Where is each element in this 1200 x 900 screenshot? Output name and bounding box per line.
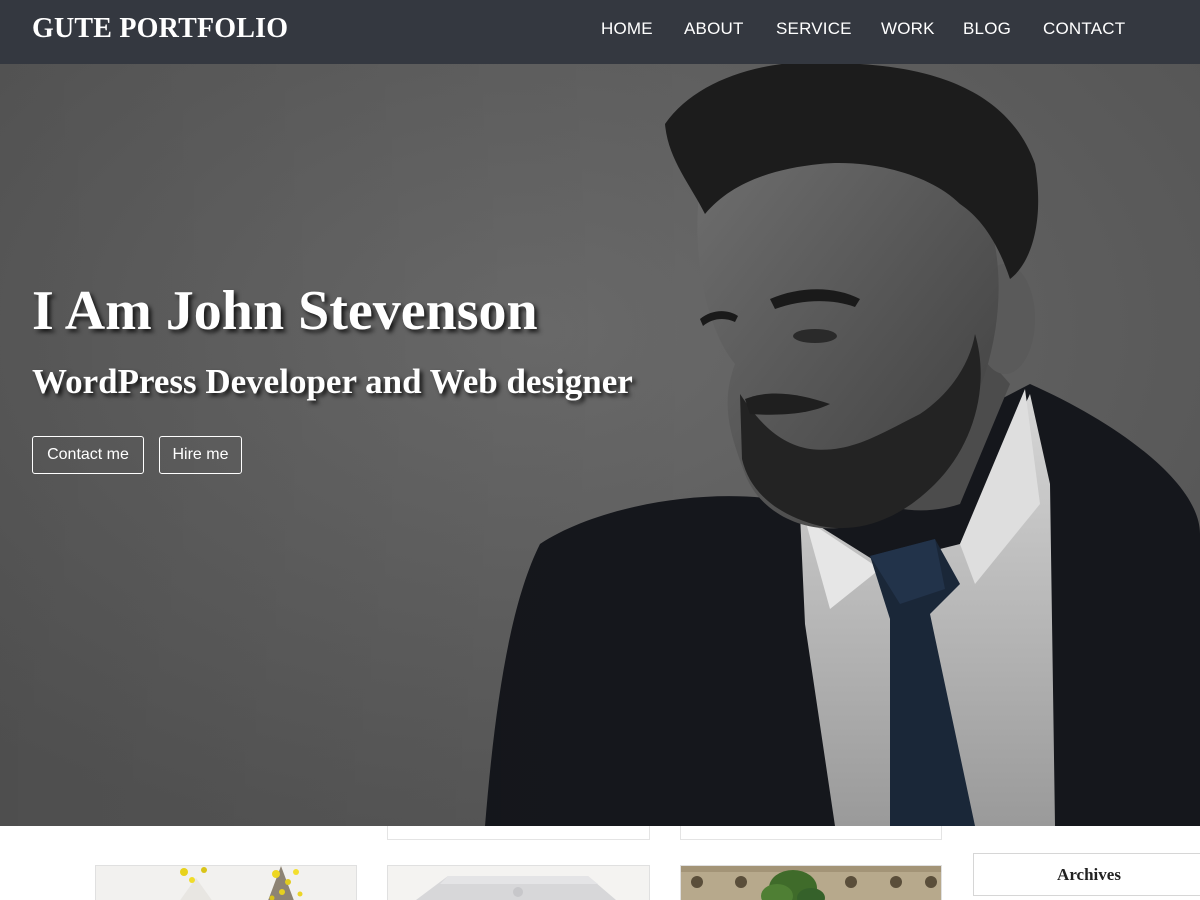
nav-item-work[interactable]: WORK — [881, 19, 935, 39]
hire-me-button[interactable]: Hire me — [159, 436, 242, 474]
nav-item-blog[interactable]: BLOG — [963, 19, 1011, 39]
nav-item-home[interactable]: HOME — [601, 19, 653, 39]
nav-item-service[interactable]: SERVICE — [776, 19, 852, 39]
nav-item-about[interactable]: ABOUT — [684, 19, 744, 39]
blog-post-thumbnail[interactable] — [95, 865, 357, 900]
blog-post-thumbnail[interactable] — [387, 865, 650, 900]
blog-post-thumbnail[interactable] — [680, 865, 942, 900]
hero-title: I Am John Stevenson — [32, 280, 538, 342]
archives-widget-title: Archives — [973, 853, 1200, 896]
building-image — [681, 866, 941, 900]
hero-subtitle: WordPress Developer and Web designer — [32, 362, 633, 401]
hero-section: I Am John Stevenson WordPress Developer … — [0, 64, 1200, 826]
nav-item-contact[interactable]: CONTACT — [1043, 19, 1125, 39]
main-nav: HOME ABOUT SERVICE WORK BLOG CONTACT — [0, 19, 1200, 43]
site-header: GUTE PORTFOLIO HOME ABOUT SERVICE WORK B… — [0, 0, 1200, 64]
service-card — [387, 826, 650, 840]
contact-me-button[interactable]: Contact me — [32, 436, 144, 474]
service-card — [680, 826, 942, 840]
laptop-image — [388, 866, 649, 900]
flowers-image — [96, 866, 356, 900]
